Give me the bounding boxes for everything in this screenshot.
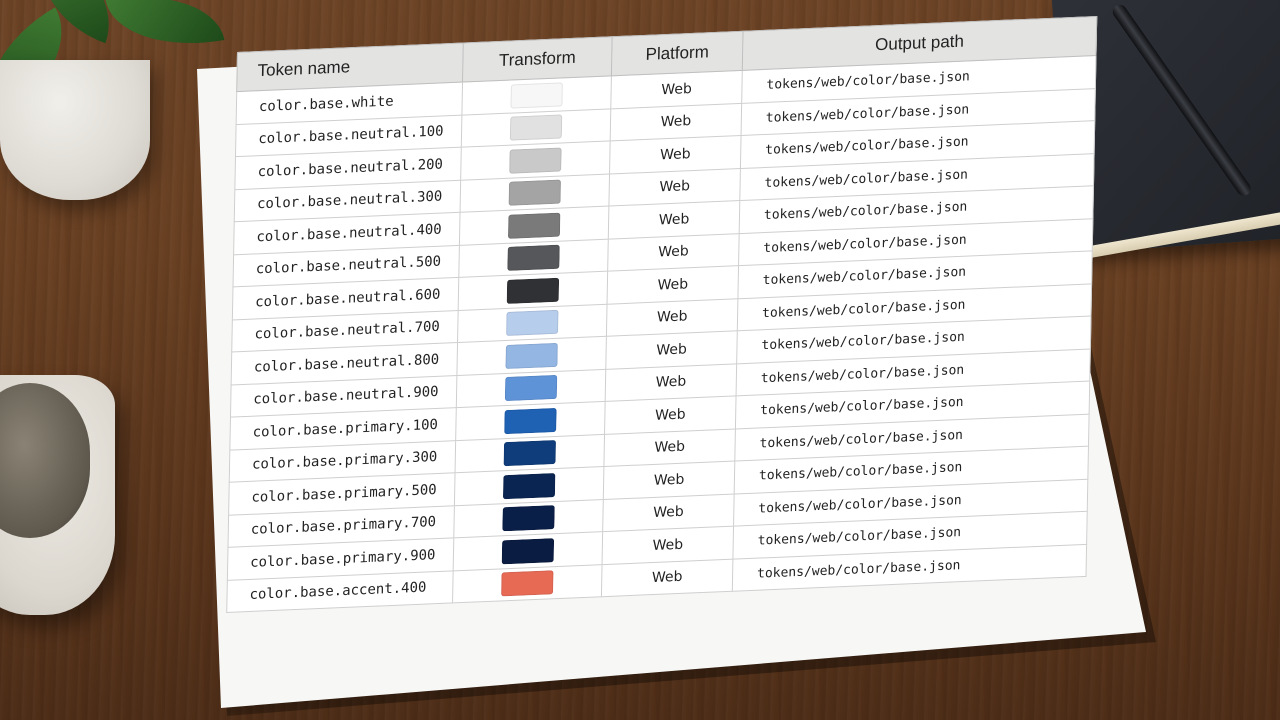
color-swatch — [504, 407, 557, 434]
desk-scene: Token name Transform Platform Output pat… — [0, 0, 1280, 720]
color-swatch — [506, 277, 560, 304]
table-body: color.base.white Web tokens/web/color/ba… — [226, 55, 1096, 613]
token-table: Token name Transform Platform Output pat… — [226, 15, 1098, 613]
potted-plant — [0, 0, 225, 200]
color-swatch — [504, 375, 558, 402]
header-transform: Transform — [462, 36, 613, 83]
color-swatch — [502, 472, 556, 500]
color-swatch — [502, 505, 555, 532]
color-swatch — [507, 244, 560, 272]
color-swatch — [507, 212, 561, 239]
color-swatch — [508, 179, 561, 207]
color-swatch — [501, 537, 555, 565]
color-swatch — [509, 147, 562, 174]
color-swatch — [501, 570, 554, 597]
token-table-container: Token name Transform Platform Output pat… — [226, 15, 1098, 613]
color-swatch — [506, 310, 559, 337]
color-swatch — [503, 440, 556, 467]
color-swatch — [505, 342, 558, 369]
coffee-mug — [0, 375, 115, 615]
color-swatch — [509, 114, 563, 141]
transform-cell — [452, 564, 603, 603]
platform-cell: Web — [601, 558, 733, 597]
header-platform: Platform — [611, 31, 744, 76]
color-swatch — [510, 82, 563, 109]
